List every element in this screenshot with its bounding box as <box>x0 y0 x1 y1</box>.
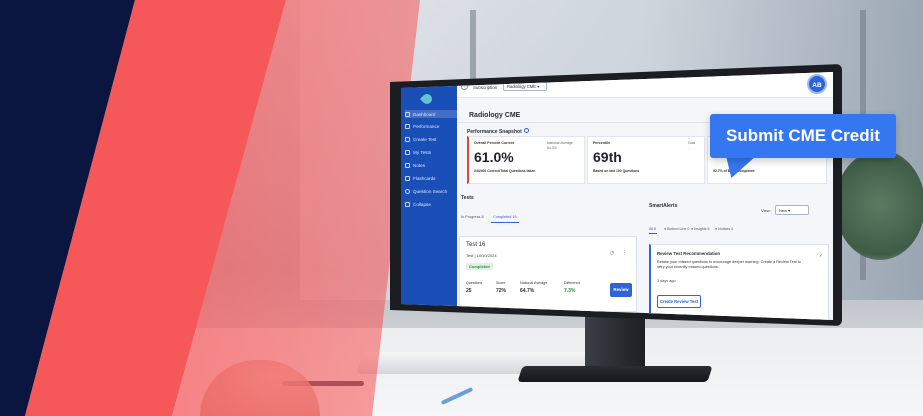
percentile-label: Percentile <box>593 141 611 145</box>
collapse-icon <box>405 201 410 207</box>
national-average-value: 64.7% <box>520 288 535 294</box>
status-badge: Completed <box>466 263 493 270</box>
page-title: Radiology CME <box>469 112 521 119</box>
tab-notices[interactable]: ● Notices 0 <box>715 227 733 231</box>
questions-value: 25 <box>466 288 472 294</box>
national-average-label: National Average <box>547 141 573 145</box>
goal-value: - <box>688 146 690 150</box>
tab-completed[interactable]: Completed 16 <box>493 215 517 219</box>
avatar[interactable]: AB <box>807 74 827 94</box>
clock-icon: ◷ <box>610 250 615 256</box>
sidebar-item-question-search[interactable]: Question Search <box>405 187 457 195</box>
overall-percent-value: 61.0% <box>474 149 514 165</box>
alert-time: 3 days ago <box>657 279 676 283</box>
overall-percent-card: Overall Percent Correct National Average… <box>467 136 585 184</box>
tab-in-progress[interactable]: In Progress 8 <box>461 215 484 219</box>
alert-body: Retake your missed questions to encourag… <box>657 260 801 269</box>
score-header: Score <box>496 281 506 285</box>
alert-title: Review Test Recommendation <box>657 251 721 256</box>
tab-underline <box>491 222 519 223</box>
list-icon <box>405 149 410 155</box>
tab-all[interactable]: All 8 <box>649 227 656 231</box>
difference-value: 7.3% <box>564 288 576 294</box>
test-card[interactable]: Test 16 ◷ ⋮ Test | 10/10/2024 Completed … <box>459 236 637 312</box>
sidebar: Dashboard Performance Create Test My Tes… <box>401 72 457 320</box>
sidebar-item-notes[interactable]: Notes <box>405 161 457 169</box>
monitor-stand-foot <box>517 366 713 382</box>
difference-header: Difference <box>564 281 581 285</box>
sidebar-item-my-tests[interactable]: My Tests <box>405 148 457 156</box>
national-average-value: 64.3% <box>547 146 557 150</box>
app-screen: Dashboard Performance Create Test My Tes… <box>401 72 833 320</box>
review-button[interactable]: Review <box>610 283 632 297</box>
subscription-label: Subscription <box>473 85 498 90</box>
view-select[interactable]: New ▾ <box>775 205 809 215</box>
overall-detail: 244/400 Correct/Total Questions taken <box>474 169 536 173</box>
tab-underline <box>649 233 657 234</box>
sidebar-item-collapse[interactable]: Collapse <box>405 200 457 208</box>
percentile-card: Percentile Goal - 69th Based on last 100… <box>587 136 705 184</box>
tab-insights[interactable]: ● Insights 5 <box>691 227 710 231</box>
questions-header: Questions <box>466 281 483 285</box>
tab-bottom-line[interactable]: ● Bottom Line 0 <box>664 227 689 231</box>
plus-icon <box>405 136 410 142</box>
test-date: Test | 10/10/2024 <box>466 253 497 258</box>
check-icon[interactable]: ✓ <box>819 253 823 259</box>
search-icon <box>405 188 410 194</box>
sidebar-item-create-test[interactable]: Create Test <box>405 135 457 143</box>
chart-icon <box>405 123 410 129</box>
sidebar-item-performance[interactable]: Performance <box>405 122 457 130</box>
sidebar-item-dashboard[interactable]: Dashboard <box>405 110 457 118</box>
monitor-stand-neck <box>585 312 645 372</box>
plant <box>835 150 923 260</box>
more-options-icon[interactable]: ⋮ <box>622 250 627 256</box>
score-value: 72% <box>496 288 507 294</box>
percentile-detail: Based on last 100 Questions <box>593 169 640 173</box>
alert-card: Review Test Recommendation ✓ Retake your… <box>649 244 829 320</box>
test-title: Test 16 <box>466 242 486 248</box>
card-icon <box>405 175 410 181</box>
smartalerts-title: SmartAlerts <box>649 203 678 209</box>
logo-icon <box>419 91 435 107</box>
dashboard-icon <box>405 111 410 117</box>
note-icon <box>405 162 410 168</box>
info-icon[interactable] <box>523 128 529 133</box>
tests-title: Tests <box>461 195 474 201</box>
performance-title: Performance Snapshot <box>467 128 529 135</box>
overall-label: Overall Percent Correct <box>474 141 515 145</box>
create-review-test-button[interactable]: Create Review Test <box>657 295 701 308</box>
sidebar-item-flashcards[interactable]: Flashcards <box>405 174 457 182</box>
submit-cme-credit-button[interactable]: Submit CME Credit <box>710 114 896 158</box>
goal-label: Goal <box>688 141 696 145</box>
percentile-value: 69th <box>593 149 622 165</box>
view-label: View: <box>761 208 771 213</box>
national-average-header: National Average <box>520 281 548 285</box>
